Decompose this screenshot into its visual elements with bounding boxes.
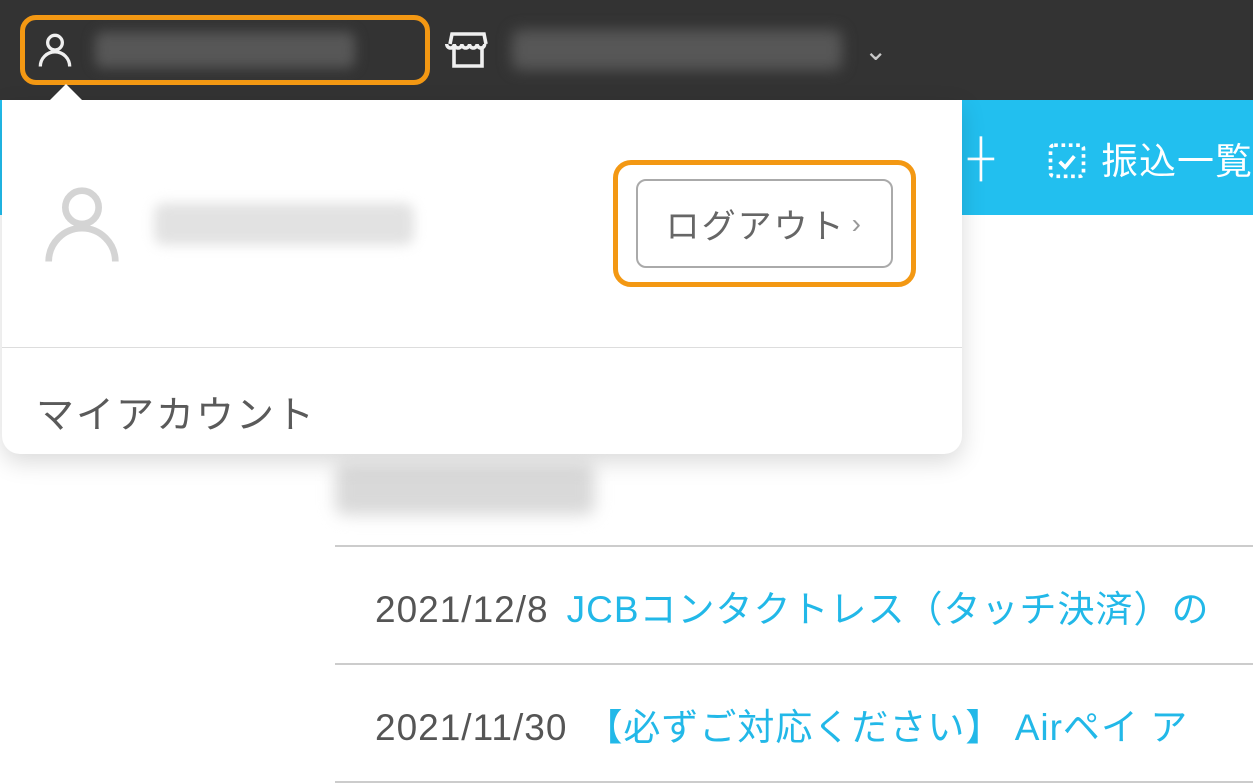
user-icon bbox=[33, 28, 77, 72]
bluebar-item-transfers-label: 振込一覧 bbox=[1101, 131, 1253, 185]
logout-button[interactable]: ログアウト › bbox=[636, 179, 893, 268]
chevron-right-icon: › bbox=[852, 208, 863, 240]
my-account-link[interactable]: マイアカウント bbox=[2, 348, 962, 475]
logout-button-label: ログアウト bbox=[666, 199, 846, 248]
news-title: JCBコンタクトレス（タッチ決済）の bbox=[567, 579, 1210, 633]
dropdown-user-name-blurred bbox=[154, 203, 414, 245]
topbar-user-name-blurred bbox=[95, 32, 355, 68]
topbar-user-menu[interactable] bbox=[20, 15, 430, 85]
chevron-down-icon: ⌄ bbox=[864, 34, 887, 67]
topbar-store-name-blurred bbox=[512, 30, 842, 70]
news-row[interactable]: 2021/12/8 JCBコンタクトレス（タッチ決済）の bbox=[335, 545, 1253, 663]
news-date: 2021/12/8 bbox=[375, 589, 549, 631]
topbar-store-menu[interactable]: ⌄ bbox=[444, 15, 887, 85]
logout-highlight: ログアウト › bbox=[613, 160, 916, 287]
bluebar-item-transfers[interactable]: 振込一覧 bbox=[1045, 131, 1253, 185]
dropdown-header: ログアウト › bbox=[2, 100, 962, 348]
user-icon bbox=[32, 174, 132, 274]
top-bar: ⌄ bbox=[0, 0, 1253, 100]
news-title: 【必ずご対応ください】 Airペイ ア bbox=[585, 697, 1188, 751]
bluebar-item-1-text: ┼ bbox=[968, 137, 995, 179]
user-dropdown-panel: ログアウト › マイアカウント bbox=[2, 100, 962, 454]
news-date: 2021/11/30 bbox=[375, 707, 567, 749]
store-icon bbox=[444, 26, 492, 74]
bluebar-item-1[interactable]: ┼ bbox=[968, 137, 995, 179]
news-row[interactable]: 2021/11/30 【必ずご対応ください】 Airペイ ア bbox=[335, 663, 1253, 783]
my-account-label: マイアカウント bbox=[36, 395, 316, 437]
calendar-check-icon bbox=[1045, 136, 1089, 180]
